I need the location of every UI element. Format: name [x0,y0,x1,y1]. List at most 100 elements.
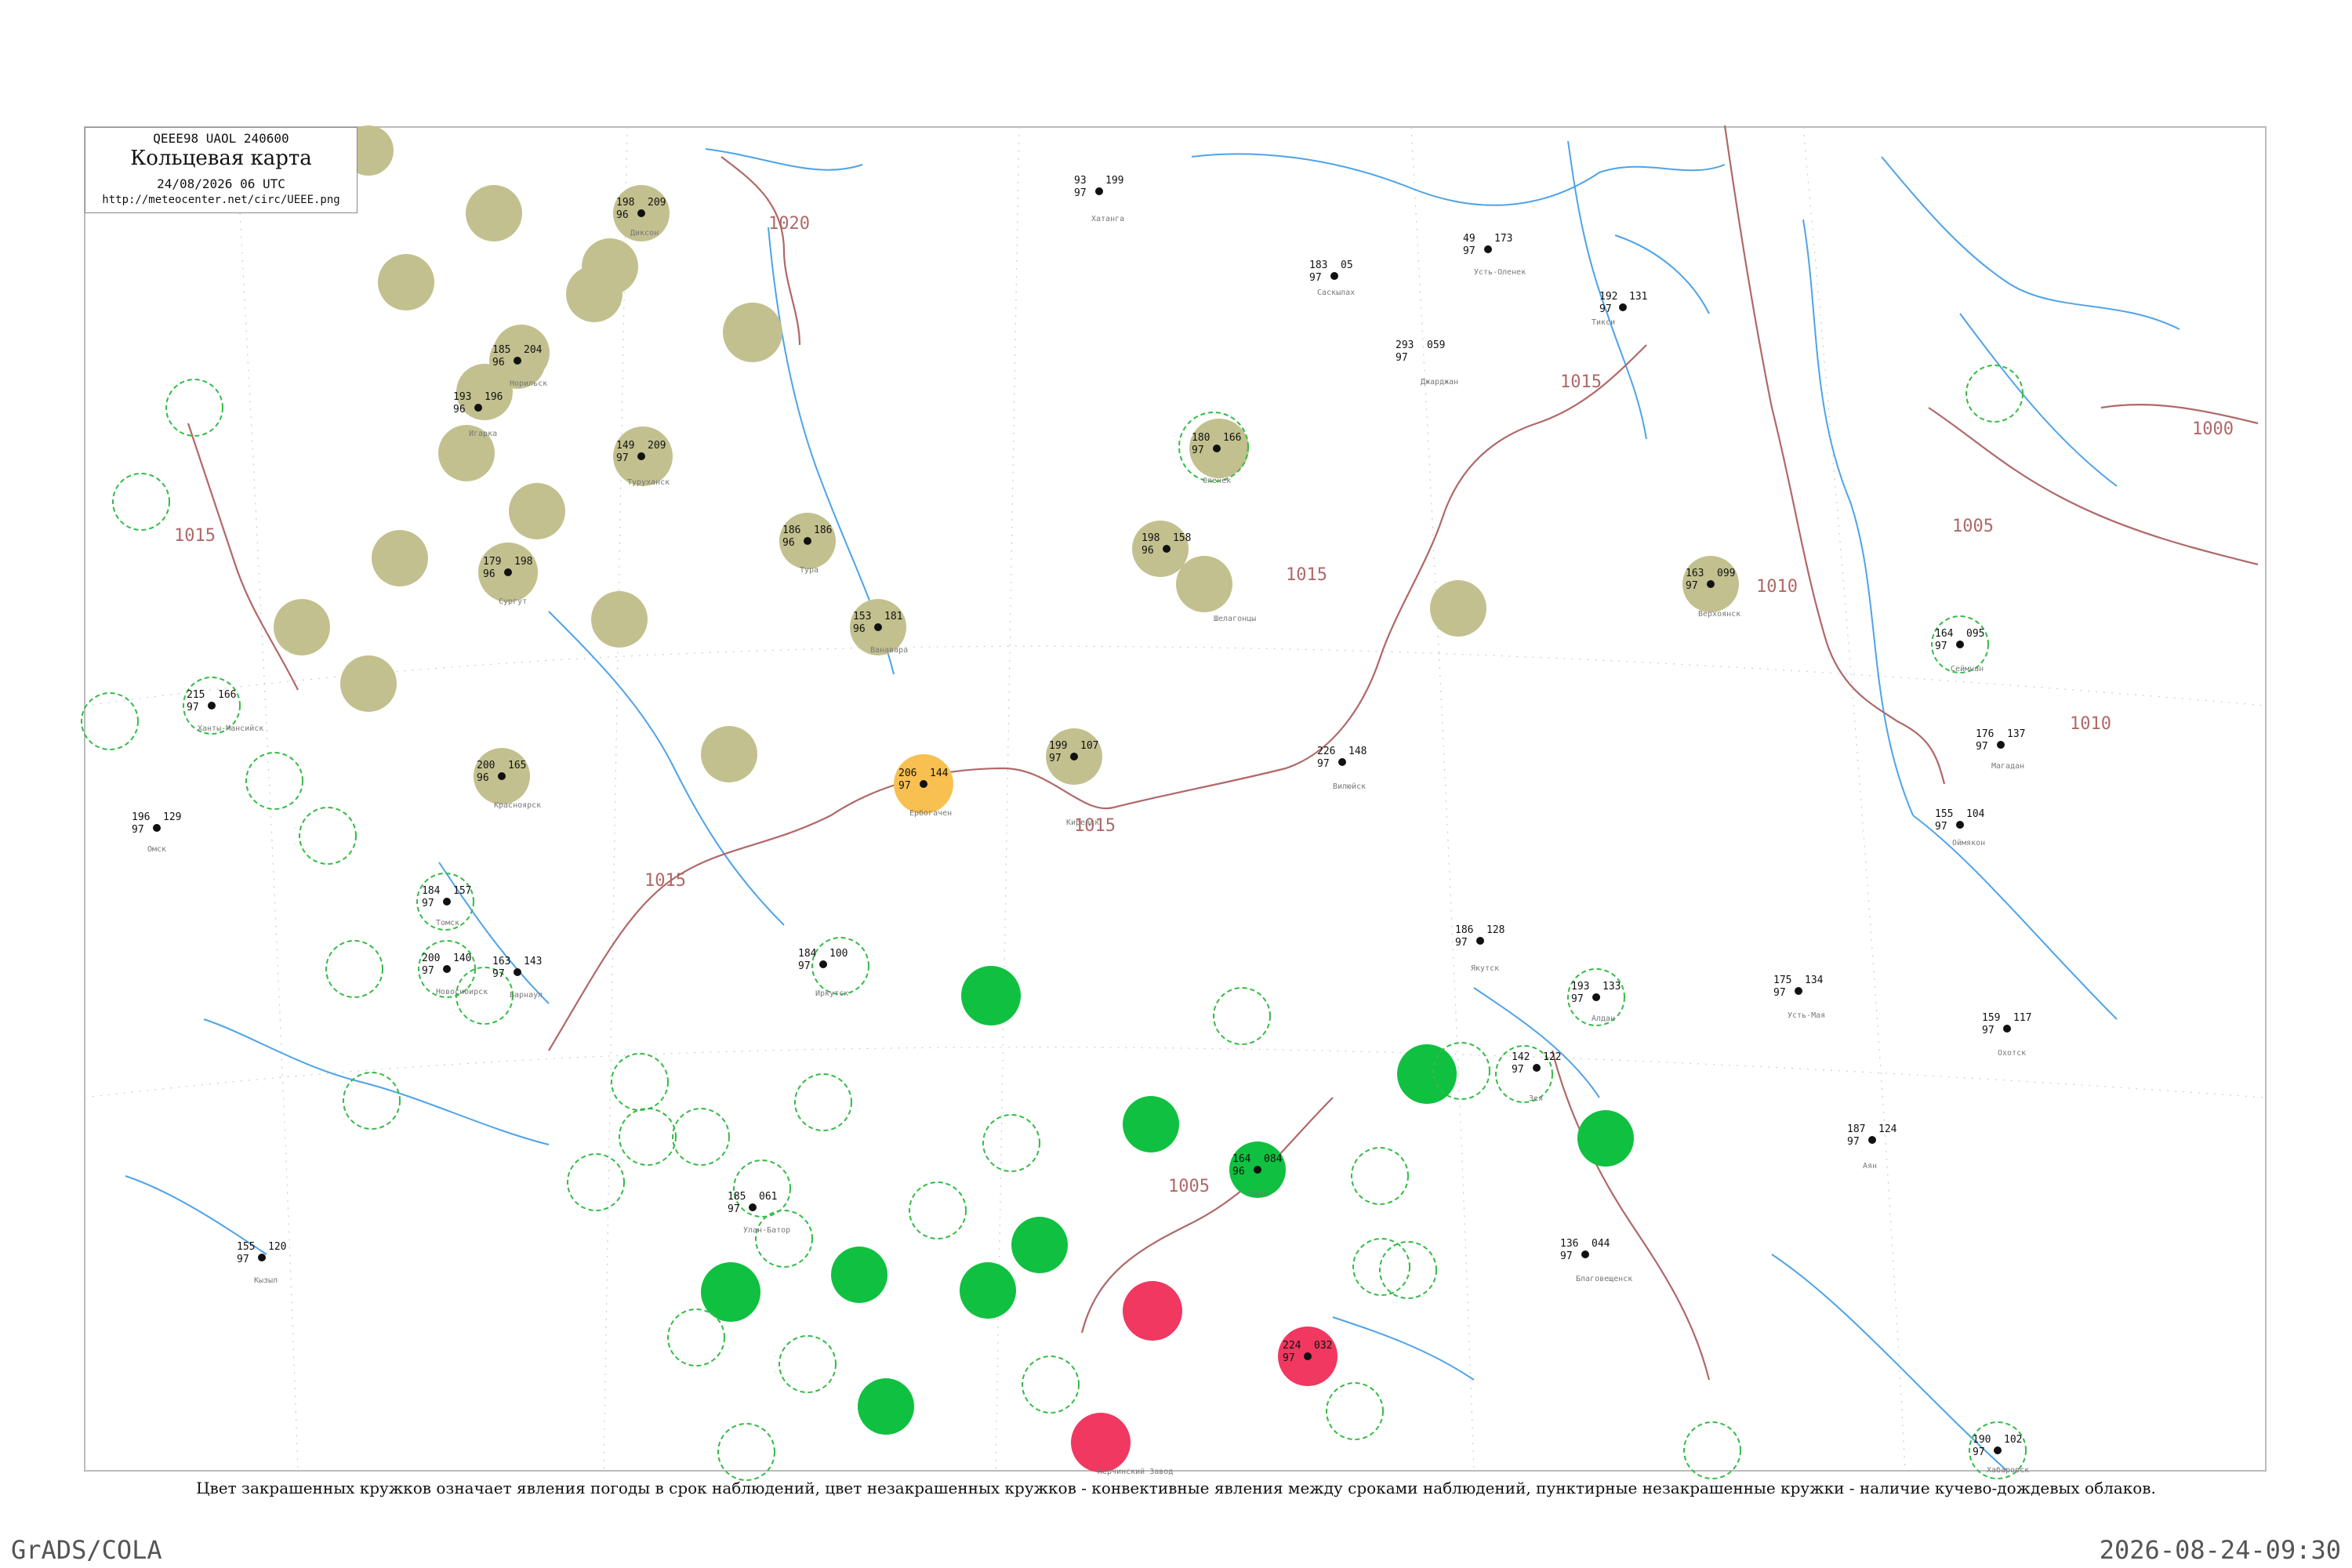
svg-text:140: 140 [453,953,471,964]
svg-text:Чита: Чита [1250,1190,1269,1199]
map-header: QEEE98 UAOL 240600 Кольцевая карта 24/08… [85,127,358,213]
svg-text:97: 97 [1283,1352,1295,1364]
svg-text:Томск: Томск [436,919,459,927]
svg-text:Ванавара: Ванавара [870,646,908,655]
svg-text:176: 176 [1976,728,1994,740]
svg-text:49: 49 [1463,233,1475,245]
svg-text:180: 180 [1192,432,1210,444]
svg-text:97: 97 [1976,741,1988,753]
svg-text:166: 166 [218,689,236,701]
svg-text:224: 224 [1283,1340,1301,1352]
svg-text:97: 97 [1773,987,1786,999]
svg-text:183: 183 [1309,260,1327,271]
svg-text:209: 209 [648,440,666,452]
svg-text:200: 200 [422,953,440,964]
svg-text:186: 186 [814,524,832,536]
isobar-label: 1010 [1756,577,1798,597]
svg-text:179: 179 [483,556,501,568]
svg-text:Тикси: Тикси [1592,318,1615,327]
svg-text:Сеймчан: Сеймчан [1951,664,1984,673]
svg-text:Новосибирск: Новосибирск [436,987,488,996]
isobar-label: 1015 [644,871,686,891]
svg-text:97: 97 [1560,1250,1573,1262]
svg-text:165: 165 [508,760,526,771]
svg-text:Ханты-Мансийск: Ханты-Мансийск [198,724,263,733]
svg-text:196: 196 [485,391,503,403]
svg-text:Оленек: Оленек [1203,477,1231,485]
svg-text:96: 96 [853,623,866,635]
svg-text:Нерчинский Завод: Нерчинский Завод [1098,1467,1173,1476]
svg-text:Хабаровск: Хабаровск [1987,1465,2029,1475]
isobar-label: 1005 [1168,1177,1210,1196]
svg-text:185: 185 [728,1191,746,1203]
isobar-label: 1015 [1286,565,1327,585]
svg-text:Иркутск: Иркутск [815,989,848,998]
svg-text:Туруханск: Туруханск [627,478,670,487]
bulletin-code: QEEE98 UAOL 240600 [153,131,289,146]
svg-text:163: 163 [492,956,510,967]
svg-text:293: 293 [1396,339,1414,351]
isobar-label: 1010 [2070,714,2111,734]
svg-text:117: 117 [2013,1012,2031,1024]
svg-text:157: 157 [453,885,471,897]
svg-text:204: 204 [524,344,543,356]
svg-text:163: 163 [1686,568,1704,579]
svg-text:Вилюйск: Вилюйск [1333,782,1366,791]
svg-text:96: 96 [453,404,466,416]
svg-text:97: 97 [1463,245,1475,257]
svg-text:198: 198 [1142,532,1160,544]
svg-text:061: 061 [759,1191,777,1203]
map-datetime: 24/08/2026 06 UTC [157,176,285,191]
svg-text:044: 044 [1592,1238,1610,1250]
svg-text:97: 97 [728,1203,740,1215]
svg-text:97: 97 [1599,303,1612,315]
svg-text:97: 97 [492,968,505,980]
svg-text:Саскылах: Саскылах [1317,289,1355,297]
svg-text:Диксон: Диксон [630,229,659,238]
svg-text:97: 97 [1309,272,1322,284]
svg-text:102: 102 [2004,1434,2022,1446]
svg-text:Якутск: Якутск [1471,964,1499,973]
svg-text:Кызыл: Кызыл [254,1276,278,1285]
svg-text:107: 107 [1080,740,1098,752]
svg-text:97: 97 [1982,1025,1994,1036]
svg-text:97: 97 [1317,758,1330,770]
svg-text:209: 209 [648,197,666,209]
svg-text:192: 192 [1599,291,1617,303]
svg-text:122: 122 [1543,1051,1561,1063]
svg-text:97: 97 [187,702,199,713]
svg-text:032: 032 [1314,1340,1332,1352]
svg-text:159: 159 [1982,1012,2000,1024]
svg-text:124: 124 [1878,1123,1897,1135]
svg-text:185: 185 [492,344,510,356]
svg-text:134: 134 [1805,975,1824,986]
svg-text:155: 155 [237,1241,255,1253]
svg-text:Тура: Тура [800,566,818,575]
svg-text:100: 100 [829,948,848,960]
synoptic-map: 1020 1015 1015 1015 1015 1015 1010 1010 … [0,0,2352,1568]
svg-text:181: 181 [884,611,902,622]
svg-text:Сургут: Сургут [499,597,527,606]
svg-text:190: 190 [1973,1434,1991,1446]
software-label: GrADS/COLA [11,1535,162,1565]
svg-text:Улан-Батор: Улан-Батор [743,1226,790,1235]
svg-text:97: 97 [1074,187,1087,199]
svg-text:97: 97 [1571,993,1584,1005]
svg-text:184: 184 [422,885,441,897]
svg-text:Алдан: Алдан [1592,1014,1615,1023]
map-caption: Цвет закрашенных кружков означает явлени… [196,1479,2156,1497]
svg-text:97: 97 [1049,753,1062,764]
svg-text:97: 97 [1935,641,1947,652]
svg-text:137: 137 [2007,728,2025,740]
svg-text:97: 97 [1973,1446,1985,1458]
map-url: http://meteocenter.net/circ/UEEE.png [102,194,340,206]
svg-text:206: 206 [898,768,916,779]
svg-text:198: 198 [616,197,634,209]
svg-text:97: 97 [1935,821,1947,833]
svg-text:Шелагонцы: Шелагонцы [1214,615,1256,623]
svg-text:149: 149 [616,440,634,452]
svg-text:142: 142 [1512,1051,1530,1063]
svg-text:97: 97 [1396,352,1408,364]
svg-text:128: 128 [1486,924,1504,936]
svg-text:97: 97 [422,965,434,977]
